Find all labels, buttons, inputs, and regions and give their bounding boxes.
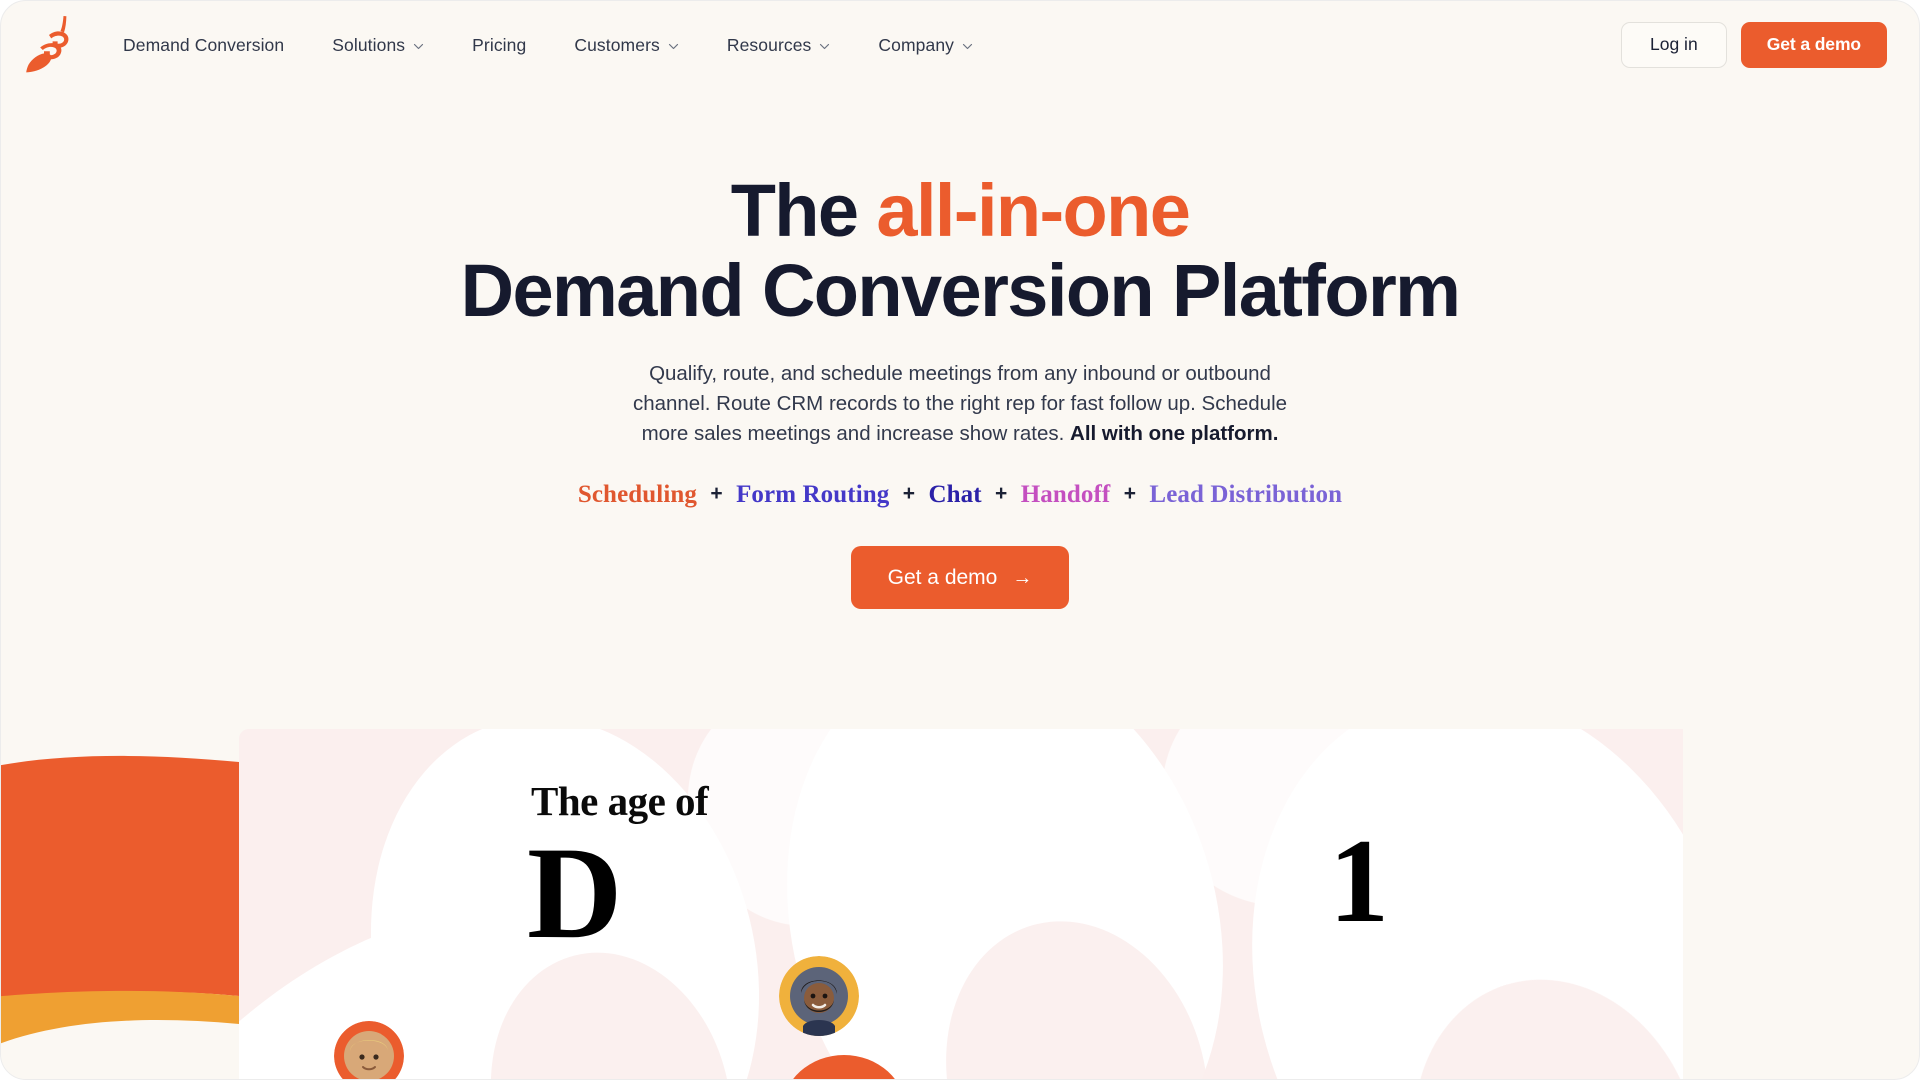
feature-chat[interactable]: Chat bbox=[928, 481, 981, 508]
nav-item-label: Solutions bbox=[332, 34, 406, 55]
chevron-down-icon bbox=[413, 41, 424, 52]
arrow-right-icon: → bbox=[1012, 566, 1033, 589]
orange-wave-panel bbox=[1, 729, 239, 1079]
swirl-background-art bbox=[239, 729, 1683, 1079]
hero-title-plain: The bbox=[730, 169, 877, 252]
nav-item-label: Resources bbox=[726, 34, 812, 55]
nav-item-demand-conversion[interactable]: Demand Conversion bbox=[99, 25, 308, 66]
hero-cta-wrapper: Get a demo → bbox=[1, 546, 1919, 610]
nav-item-solutions[interactable]: Solutions bbox=[308, 25, 448, 66]
hero-sub-emphasis: All with one platform. bbox=[1070, 422, 1279, 446]
nav-actions: Log in Get a demo bbox=[1621, 22, 1887, 68]
chili-pepper-logo[interactable] bbox=[19, 12, 81, 78]
feature-form-routing[interactable]: Form Routing bbox=[736, 481, 889, 508]
nav-item-resources[interactable]: Resources bbox=[703, 25, 855, 66]
showcase-media-card: The age of D 1 bbox=[239, 729, 1683, 1079]
feature-separator: + bbox=[710, 482, 723, 506]
top-navigation-bar: Demand Conversion Solutions Pricing Cust… bbox=[1, 1, 1919, 89]
feature-handoff[interactable]: Handoff bbox=[1021, 481, 1111, 508]
login-button[interactable]: Log in bbox=[1621, 22, 1727, 68]
feature-list: Scheduling + Form Routing + Chat + Hando… bbox=[1, 481, 1919, 509]
nav-item-label: Company bbox=[878, 34, 955, 55]
chevron-down-icon bbox=[668, 41, 679, 52]
chevron-down-icon bbox=[962, 41, 973, 52]
nav-item-label: Demand Conversion bbox=[123, 34, 285, 55]
nav-item-customers[interactable]: Customers bbox=[550, 25, 703, 66]
hero-title-line1: The all-in-one bbox=[730, 169, 1191, 252]
get-a-demo-button-hero[interactable]: Get a demo → bbox=[850, 546, 1070, 610]
hero-title-accent: all-in-one bbox=[876, 169, 1190, 252]
landing-page: Demand Conversion Solutions Pricing Cust… bbox=[0, 0, 1920, 1080]
feature-separator: + bbox=[994, 482, 1008, 506]
nav-item-pricing[interactable]: Pricing bbox=[448, 25, 550, 66]
cta-label: Get a demo bbox=[887, 566, 998, 590]
get-a-demo-button-nav[interactable]: Get a demo bbox=[1740, 22, 1887, 68]
feature-separator: + bbox=[902, 482, 916, 506]
page-title: The all-in-one Demand Conversion Platfor… bbox=[1, 171, 1919, 331]
showcase-big-word: D bbox=[527, 819, 622, 966]
feature-separator: + bbox=[1123, 482, 1137, 506]
showcase-heading: The age of bbox=[531, 778, 709, 824]
nav-item-label: Pricing bbox=[472, 34, 527, 55]
avatar-center bbox=[779, 956, 859, 1036]
feature-scheduling[interactable]: Scheduling bbox=[578, 481, 697, 508]
nav-item-company[interactable]: Company bbox=[854, 25, 997, 66]
showcase-section: The age of D 1 bbox=[1, 729, 1919, 1079]
feature-lead-distribution[interactable]: Lead Distribution bbox=[1149, 481, 1342, 508]
hero-subheading: Qualify, route, and schedule meetings fr… bbox=[610, 359, 1310, 449]
showcase-number: 1 bbox=[1329, 814, 1389, 947]
hero-sub-line3: meetings and increase show rates. bbox=[747, 422, 1071, 446]
hero-title-line2: Demand Conversion Platform bbox=[460, 248, 1461, 332]
nav-item-label: Customers bbox=[574, 34, 660, 55]
hero-section: The all-in-one Demand Conversion Platfor… bbox=[1, 89, 1919, 610]
nav-links: Demand Conversion Solutions Pricing Cust… bbox=[99, 25, 997, 66]
chevron-down-icon bbox=[819, 41, 830, 52]
